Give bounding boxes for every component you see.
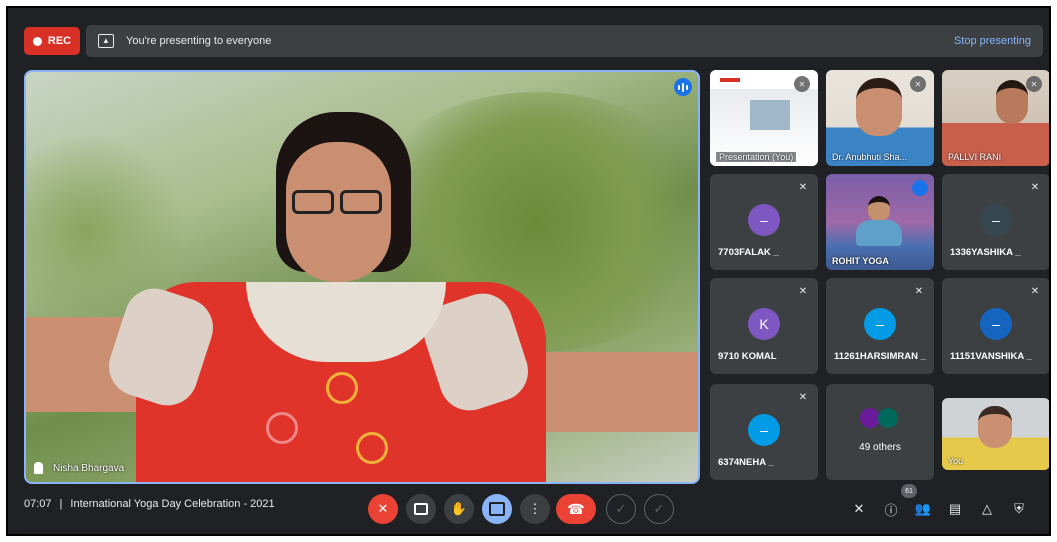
extension-button[interactable]: ✓ (644, 494, 674, 524)
main-speaker-nameplate: Nisha Bhargava (34, 462, 124, 474)
participant-avatar: – (748, 204, 780, 236)
participant-avatar: – (980, 204, 1012, 236)
participant-face (996, 80, 1028, 124)
speaking-indicator-icon (674, 78, 692, 96)
present-screen-icon (489, 502, 505, 516)
participant-avatar: K (748, 308, 780, 340)
people-icon[interactable]: 👥 (912, 498, 934, 520)
pin-icon[interactable] (34, 462, 43, 474)
main-speaker-video[interactable]: Nisha Bhargava (24, 70, 700, 484)
self-view-tile[interactable]: You (942, 398, 1049, 470)
mic-off-icon: ✕ (798, 391, 808, 403)
mic-off-icon: ✕ (798, 181, 808, 193)
participant-tile[interactable]: ✕ – 7703FALAK _ (710, 174, 818, 270)
speaker-glasses (288, 190, 388, 216)
more-vert-icon: ⋮ (528, 501, 542, 516)
mic-off-icon: ✕ (798, 285, 808, 297)
participant-avatar: – (980, 308, 1012, 340)
host-controls-icon[interactable]: ⛨ (1008, 498, 1030, 520)
tile-name: 9710 KOMAL (718, 351, 777, 362)
raise-hand-button[interactable]: ✋ (444, 494, 474, 524)
participant-body (856, 220, 902, 246)
info-icon[interactable]: ⓘ (880, 498, 902, 520)
presenting-text: You're presenting to everyone (126, 35, 272, 47)
tile-name: 7703FALAK _ (718, 247, 779, 258)
others-tile[interactable]: 49 others (826, 384, 934, 480)
mic-off-icon: ✕ (1026, 76, 1042, 92)
speaking-indicator-icon (912, 180, 928, 196)
participant-avatar: – (748, 414, 780, 446)
others-count: 49 others (859, 442, 901, 453)
participant-tile[interactable]: ✕ PALLVI RANI (942, 70, 1049, 166)
meet-window: REC ▲ You're presenting to everyone Stop… (6, 6, 1051, 536)
self-face (978, 406, 1012, 448)
participant-tile[interactable]: ✕ – 1336YASHIKA _ (942, 174, 1049, 270)
participant-tile[interactable]: ✕ – 11261HARSIMRAN _ (826, 278, 934, 374)
camera-toggle-button[interactable] (406, 494, 436, 524)
meeting-title: International Yoga Day Celebration - 202… (70, 498, 275, 510)
check-icon: ✓ (615, 501, 627, 516)
slide-image (750, 100, 790, 130)
tile-name: Dr. Anubhuti Sha... (832, 152, 908, 162)
leave-call-button[interactable]: ☎ (556, 494, 596, 524)
hand-icon: ✋ (450, 501, 468, 516)
tile-name: 11261HARSIMRAN _ (834, 351, 926, 362)
meeting-info: 07:07 | International Yoga Day Celebrati… (24, 498, 275, 510)
record-dot-icon (32, 36, 42, 46)
tile-name: You (948, 456, 964, 466)
dress-flower (266, 412, 298, 444)
activities-icon[interactable]: △ (976, 498, 998, 520)
tile-name: 6374NEHA _ (718, 457, 774, 468)
mic-off-icon: ✕ (1030, 285, 1040, 297)
stop-presenting-button[interactable]: Stop presenting (954, 35, 1031, 47)
participant-tile[interactable]: ✕ – 6374NEHA _ (710, 384, 818, 480)
participant-tile[interactable]: ✕ – 11151VANSHIKA _ (942, 278, 1049, 374)
tile-name: 11151VANSHIKA _ (950, 351, 1032, 362)
more-options-button[interactable]: ⋮ (520, 494, 550, 524)
presenting-banner: ▲ You're presenting to everyone Stop pre… (86, 25, 1043, 57)
participant-tile[interactable]: ✕ Presentation (You) (710, 70, 818, 166)
mic-off-icon: ✕ (910, 76, 926, 92)
slide-accent (720, 78, 740, 82)
mic-toggle-button[interactable]: ✕ (368, 494, 398, 524)
participant-face (856, 78, 902, 136)
present-button[interactable] (482, 494, 512, 524)
bottom-toolbar: 07:07 | International Yoga Day Celebrati… (8, 484, 1049, 534)
participant-face (868, 196, 890, 222)
tile-name: 1336YASHIKA _ (950, 247, 1021, 258)
meeting-time: 07:07 (24, 498, 52, 510)
chat-icon[interactable]: ▤ (944, 498, 966, 520)
hang-up-icon: ☎ (567, 500, 585, 517)
mic-off-icon: ✕ (377, 501, 389, 516)
extension-button[interactable]: ✓ (606, 494, 636, 524)
tile-name: Presentation (You) (716, 152, 797, 162)
mic-off-icon: ✕ (1030, 181, 1040, 193)
check-icon: ✓ (653, 501, 665, 516)
others-avatar (860, 408, 880, 428)
dress-flower (356, 432, 388, 464)
present-screen-icon: ▲ (98, 34, 114, 48)
mic-off-icon: ✕ (914, 285, 924, 297)
rec-label: REC (47, 35, 72, 47)
main-speaker-name: Nisha Bhargava (53, 462, 125, 474)
participant-count-badge: 61 (901, 484, 917, 498)
tile-name: ROHIT YOGA (832, 256, 889, 266)
participant-tile[interactable]: ✕ Dr. Anubhuti Sha... (826, 70, 934, 166)
participant-tile[interactable]: ROHIT YOGA (826, 174, 934, 270)
recording-badge[interactable]: REC (24, 27, 80, 55)
mic-off-status-icon[interactable]: ✕ (848, 498, 870, 520)
camera-icon (414, 503, 428, 515)
participant-avatar: – (864, 308, 896, 340)
participant-tile[interactable]: ✕ K 9710 KOMAL (710, 278, 818, 374)
tile-name: PALLVI RANI (948, 152, 1002, 162)
mic-off-icon: ✕ (794, 76, 810, 92)
separator: | (59, 498, 63, 510)
others-avatar (878, 408, 898, 428)
dress-flower (326, 372, 358, 404)
